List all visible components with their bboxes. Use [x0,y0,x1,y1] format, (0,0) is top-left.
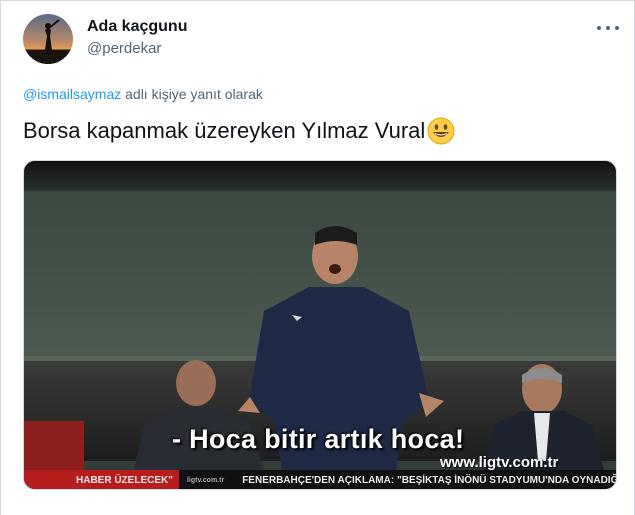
avatar-silhouette-icon [23,19,73,64]
tweet-media-image[interactable]: - Hoca bitir artık hoca! www.ligtv.com.t… [23,160,617,490]
ticker-site: ligtv.com.tr [186,477,225,484]
tweet-text-content: Borsa kapanmak üzereyken Yılmaz Vural [23,118,426,143]
reply-context: @ismailsaymaz adlı kişiye yanıt olarak [23,86,263,102]
news-ticker: HABER ÜZELECEK" ligtv.com.tr FENERBAHÇE'… [24,470,616,489]
reply-mention-link[interactable]: @ismailsaymaz [23,86,121,102]
display-name[interactable]: Ada kaçgunu [87,18,187,36]
media-watermark: www.ligtv.com.tr [440,454,559,471]
tweet-text: Borsa kapanmak üzereyken Yılmaz Vural [23,117,455,145]
ticker-label: HABER ÜZELECEK" [24,470,179,489]
reply-suffix: adlı kişiye yanıt olarak [121,86,263,102]
more-dots-icon[interactable] [597,20,619,36]
smiley-emoji-icon [427,117,455,145]
ticker-text: FENERBAHÇE'DEN AÇIKLAMA: "BEŞİKTAŞ İNÖNÜ… [242,475,616,486]
user-handle[interactable]: @perdekar [87,40,161,57]
media-subtitle: - Hoca bitir artık hoca! [172,424,465,454]
avatar[interactable] [23,14,73,64]
